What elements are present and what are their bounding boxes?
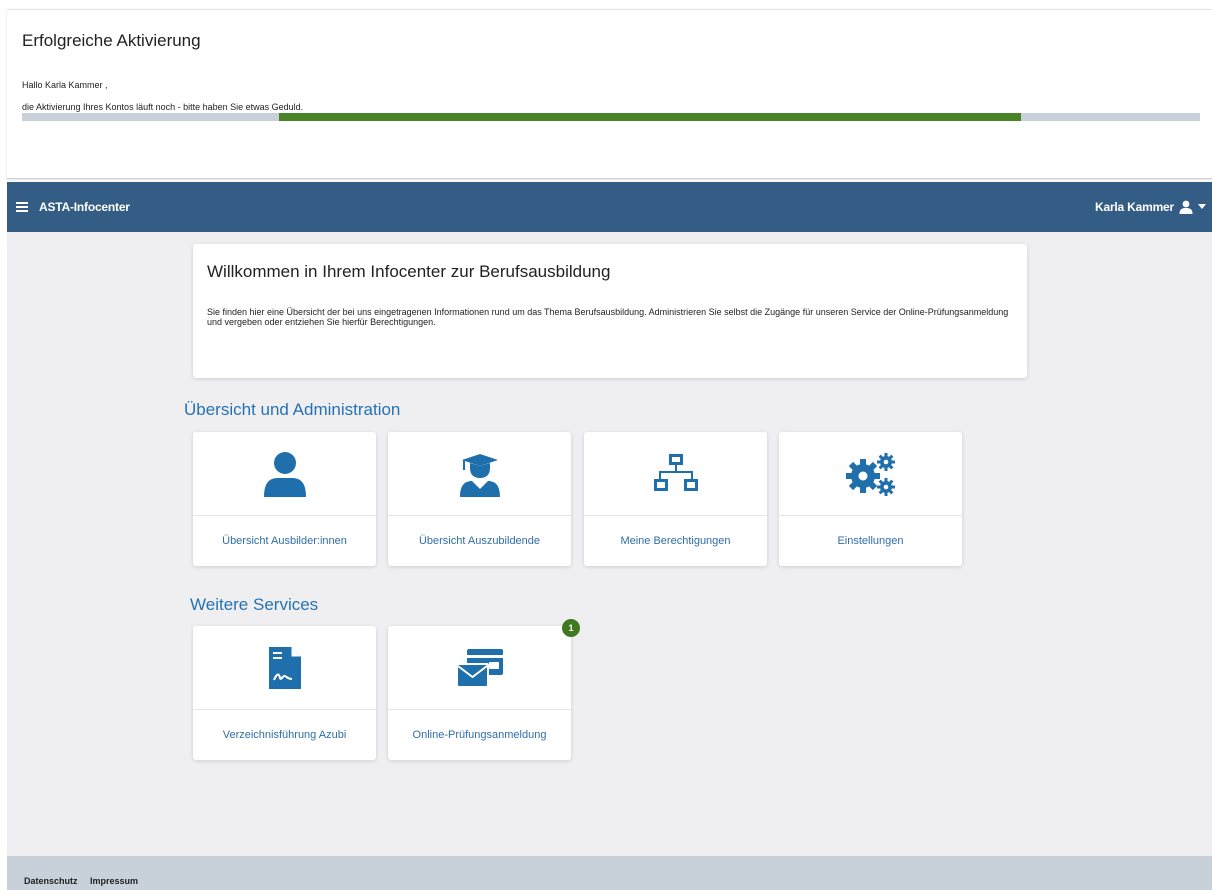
app-title: ASTA-Infocenter [39, 200, 130, 214]
tile-label: Verzeichnisführung Azubi [222, 729, 347, 741]
footer-link-datenschutz[interactable]: Datenschutz [24, 876, 78, 886]
network-icon [653, 453, 698, 491]
caret-down-icon [1198, 204, 1206, 209]
tile-label: Einstellungen [837, 535, 904, 547]
tile-label: Meine Berechtigungen [620, 535, 731, 547]
tile-label: Übersicht Ausbilder:innen [222, 535, 347, 547]
page: Erfolgreiche Aktivierung Hallo Karla Kam… [0, 0, 1212, 890]
tile-settings[interactable]: Einstellungen [779, 432, 962, 566]
tile-online-exam-registration[interactable]: Online-Prüfungsanmeldung [388, 626, 571, 760]
app-container: ASTA-Infocenter Karla Kammer Willkommen … [7, 182, 1212, 890]
tile-label: Online-Prüfungsanmeldung [412, 729, 547, 741]
footer: Datenschutz Impressum [7, 856, 1212, 890]
tile-permissions[interactable]: Meine Berechtigungen [584, 432, 767, 566]
notice-greeting: Hallo Karla Kammer , [22, 80, 108, 90]
user-icon [1179, 200, 1193, 214]
welcome-title: Willkommen in Ihrem Infocenter zur Beruf… [207, 262, 611, 281]
top-navigation-bar: ASTA-Infocenter Karla Kammer [7, 182, 1212, 232]
section-title-overview: Übersicht und Administration [184, 400, 401, 419]
tile-azubi-registry[interactable]: Verzeichnisführung Azubi [193, 626, 376, 760]
section-title-services: Weitere Services [190, 595, 319, 614]
user-menu-button[interactable]: Karla Kammer [1095, 196, 1206, 218]
user-icon [263, 451, 306, 497]
graduate-user-icon [459, 453, 500, 497]
activation-notice: Erfolgreiche Aktivierung Hallo Karla Kam… [7, 9, 1212, 179]
tile-label: Übersicht Auszubildende [418, 535, 541, 547]
notification-badge: 1 [562, 619, 580, 637]
signed-document-icon [268, 646, 301, 689]
welcome-text: Sie finden hier eine Übersicht der bei u… [207, 307, 1009, 327]
user-name: Karla Kammer [1095, 200, 1174, 214]
notice-title: Erfolgreiche Aktivierung [22, 31, 201, 50]
envelope-wallet-icon [455, 648, 503, 688]
gears-icon [845, 452, 895, 496]
welcome-card: Willkommen in Ihrem Infocenter zur Beruf… [193, 244, 1027, 378]
activation-progress-bar [22, 113, 1200, 121]
tile-azubi-overview[interactable]: Übersicht Auszubildende [388, 432, 571, 566]
hamburger-menu-icon[interactable] [11, 197, 33, 217]
tile-ausbilder-overview[interactable]: Übersicht Ausbilder:innen [193, 432, 376, 566]
footer-link-impressum[interactable]: Impressum [90, 876, 138, 886]
notice-message: die Aktivierung Ihres Kontos läuft noch … [22, 102, 304, 112]
activation-progress-fill [278, 113, 1021, 121]
